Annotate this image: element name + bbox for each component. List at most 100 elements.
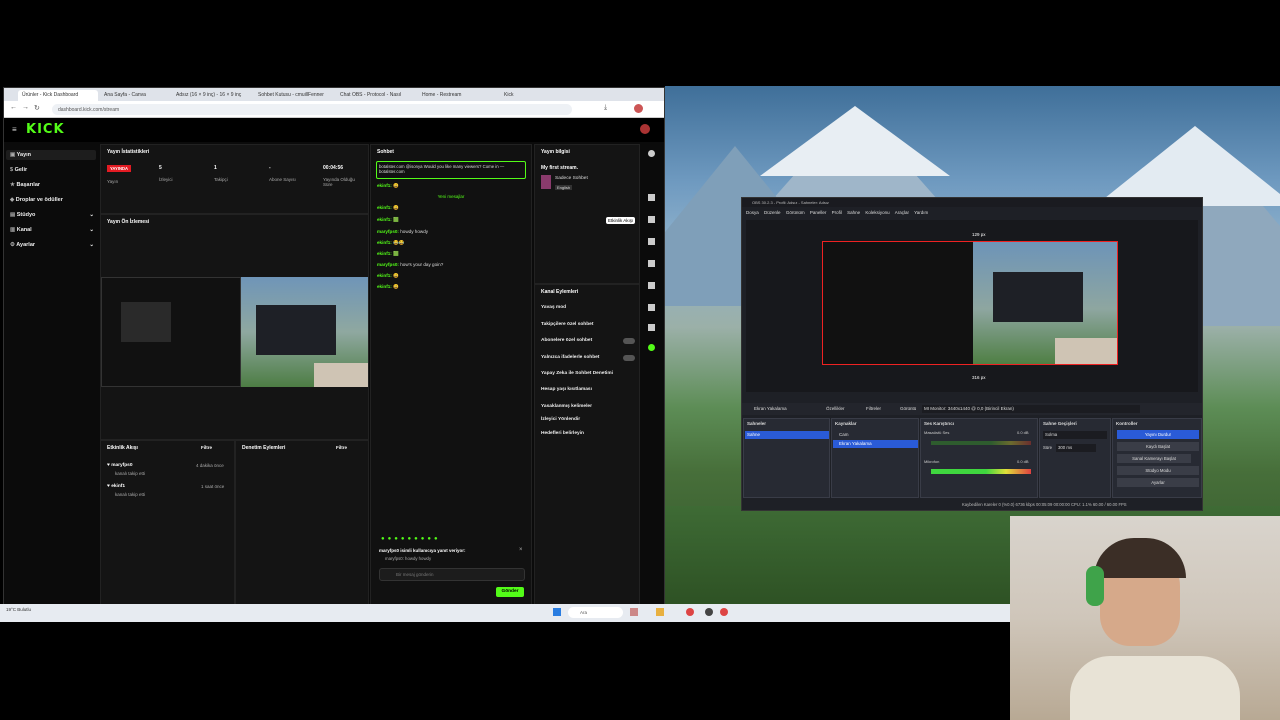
- settings-button[interactable]: Ayarlar: [1117, 478, 1199, 487]
- properties-button[interactable]: Özellikler: [826, 406, 845, 411]
- taskbar-search[interactable]: Ara: [568, 607, 623, 618]
- sidebar-item-ayarlar[interactable]: ⚙ Ayarlar ⌄: [10, 242, 94, 248]
- subs-only-toggle[interactable]: [623, 338, 635, 344]
- action-banned-words[interactable]: Yasaklanmış kelimeler: [541, 404, 592, 409]
- transition-select[interactable]: Solma: [1043, 431, 1107, 439]
- weather-widget[interactable]: 19°C Bulutlu: [6, 607, 31, 612]
- action-emote-only[interactable]: Yalnızca ifadelerle sohbet: [541, 355, 599, 360]
- viewers-value: 5: [159, 165, 162, 171]
- action-subs-only[interactable]: Abonelere özel sohbet: [541, 338, 592, 343]
- windows-taskbar: 19°C Bulutlu Ara: [0, 604, 1010, 622]
- sidebar-item-basarilar[interactable]: ★ Başarılar: [10, 182, 40, 188]
- emote-only-toggle[interactable]: [623, 355, 635, 361]
- action-raid[interactable]: İzleyici Yönlendir: [541, 417, 580, 422]
- sidebar-item-droplar[interactable]: ◆ Droplar ve ödüller: [10, 197, 63, 203]
- preview-video[interactable]: [101, 277, 368, 387]
- browser-tab[interactable]: Chat OBS - Protocol - Nasıl: [336, 90, 416, 101]
- source-item[interactable]: Ekran Yakalama: [833, 440, 918, 448]
- obs-preview-canvas[interactable]: [822, 241, 1118, 365]
- action-ai-moderation[interactable]: Yapay Zeka ile Sohbet Denetimi: [541, 371, 613, 376]
- moderation-title: Denetim Eylemleri: [242, 445, 286, 451]
- browser-tab[interactable]: Ana Sayfa - Canva: [100, 90, 170, 101]
- rail-icon[interactable]: [648, 282, 655, 289]
- duration-label: Süre: [1043, 445, 1053, 450]
- stream-info-panel: Yayın bilgisi My first stream. Sadece So…: [534, 144, 640, 284]
- menu-dosya[interactable]: Dosya: [746, 210, 759, 215]
- new-messages-divider: Yeni mesajlar: [437, 194, 465, 199]
- moderation-filter[interactable]: Filtre: [336, 445, 347, 450]
- pinned-message[interactable]: botalster.com @isonya Would you like man…: [376, 161, 526, 179]
- rail-icon[interactable]: [648, 216, 655, 223]
- menu-profil[interactable]: Profil: [832, 210, 842, 215]
- address-bar[interactable]: dashboard.kick.com/stream: [52, 104, 572, 115]
- sidebar-item-kanal[interactable]: ▥ Kanal ⌄: [10, 227, 94, 233]
- followers-value: 1: [214, 165, 217, 171]
- obs-preview-area: 129 px 316 px: [746, 220, 1198, 392]
- uptime-label: Yayında Olduğu Süre: [323, 177, 355, 187]
- menu-araclar[interactable]: Araçlar: [895, 210, 909, 215]
- folder-icon[interactable]: [656, 608, 664, 616]
- user-avatar[interactable]: [640, 124, 650, 134]
- browser-tab[interactable]: Adsız (16 × 9 inç) - 16 × 9 inç: [172, 90, 252, 101]
- duration-input[interactable]: 300 ms: [1056, 444, 1096, 452]
- category-thumbnail: [541, 175, 551, 189]
- mixer-track-name: Mikrofon: [924, 459, 940, 464]
- chat-message: ekinf1: 😀: [377, 273, 399, 278]
- back-icon[interactable]: ←: [10, 104, 17, 111]
- menu-icon[interactable]: ≡: [12, 125, 17, 134]
- stop-streaming-button[interactable]: Yayını Durdur: [1117, 430, 1199, 439]
- rail-icon[interactable]: [648, 344, 655, 351]
- chrome-icon[interactable]: [686, 608, 694, 616]
- virtual-camera-button[interactable]: Sanal Kamerayı Başlat: [1117, 454, 1191, 463]
- action-followers-only[interactable]: Takipçilere özel sohbet: [541, 322, 593, 327]
- obs-icon[interactable]: [705, 608, 713, 616]
- download-icon[interactable]: ⤓: [604, 104, 607, 112]
- display-select[interactable]: MI Monitor: 3440x1440 @ 0,0 (Birincil Ek…: [922, 405, 1140, 413]
- rail-icon[interactable]: [648, 150, 655, 157]
- display-label: Görüntü: [900, 406, 917, 411]
- rail-icon[interactable]: [648, 324, 655, 331]
- browser-tab[interactable]: Home - Restream: [418, 90, 498, 101]
- chat-input[interactable]: Bir mesaj gönderin: [379, 568, 525, 581]
- channel-actions-title: Kanal Eylemleri: [541, 289, 579, 295]
- profile-avatar[interactable]: [634, 104, 643, 113]
- rail-icon[interactable]: [648, 260, 655, 267]
- category-name: Sadece Sohbet: [555, 176, 588, 181]
- transitions-title: Sahne Geçişleri: [1043, 421, 1077, 426]
- start-icon[interactable]: [553, 608, 561, 616]
- action-account-age[interactable]: Hesap yaşı kısıtlaması: [541, 387, 592, 392]
- menu-sahne-koleksiyonu[interactable]: Sahne Koleksiyonu: [847, 210, 890, 215]
- activity-filter[interactable]: Filtre: [201, 445, 212, 450]
- chrome-icon[interactable]: [720, 608, 728, 616]
- kick-logo[interactable]: KICK: [26, 122, 65, 137]
- browser-tab[interactable]: Ürünler - Kick Dashboard: [18, 90, 98, 101]
- emote-bar[interactable]: ●●●●●●●●●: [381, 536, 441, 542]
- sidebar-item-yayin[interactable]: ▣ Yayın: [10, 152, 31, 158]
- sidebar-item-gelir[interactable]: $ Gelir: [10, 167, 27, 173]
- forward-icon[interactable]: →: [22, 104, 29, 111]
- chat-title: Sohbet: [377, 149, 394, 155]
- rail-icon[interactable]: [648, 238, 655, 245]
- reload-icon[interactable]: ↻: [34, 104, 40, 112]
- rail-icon[interactable]: [648, 194, 655, 201]
- action-goals[interactable]: Hedefleri belirleyin: [541, 431, 584, 436]
- menu-yardim[interactable]: Yardım: [914, 210, 928, 215]
- sidebar-item-studyo[interactable]: ▤ Stüdyo ⌄: [10, 212, 94, 218]
- source-item[interactable]: Cam: [833, 431, 918, 439]
- rail-icon[interactable]: [648, 304, 655, 311]
- menu-duzenle[interactable]: Düzenle: [764, 210, 781, 215]
- studio-mode-button[interactable]: Stüdyo Modu: [1117, 466, 1199, 475]
- menu-gorunum[interactable]: Görünüm: [786, 210, 805, 215]
- browser-tab[interactable]: Sohbet Kutusu - cmuillFenner: [254, 90, 334, 101]
- filters-button[interactable]: Filtreler: [866, 406, 881, 411]
- browser-tab[interactable]: Kick: [500, 90, 580, 101]
- headset-icon: [1086, 566, 1104, 606]
- send-button[interactable]: Gönder: [496, 587, 524, 597]
- viewers-label: İzleyici: [159, 177, 173, 182]
- close-reply-icon[interactable]: ×: [519, 547, 523, 553]
- taskbar-app-icon[interactable]: [630, 608, 638, 616]
- menu-paneller[interactable]: Paneller: [810, 210, 827, 215]
- scene-item[interactable]: Sahne: [745, 431, 829, 439]
- action-slow-mode[interactable]: Yavaş mod: [541, 305, 566, 310]
- start-recording-button[interactable]: Kaydı Başlat: [1117, 442, 1199, 451]
